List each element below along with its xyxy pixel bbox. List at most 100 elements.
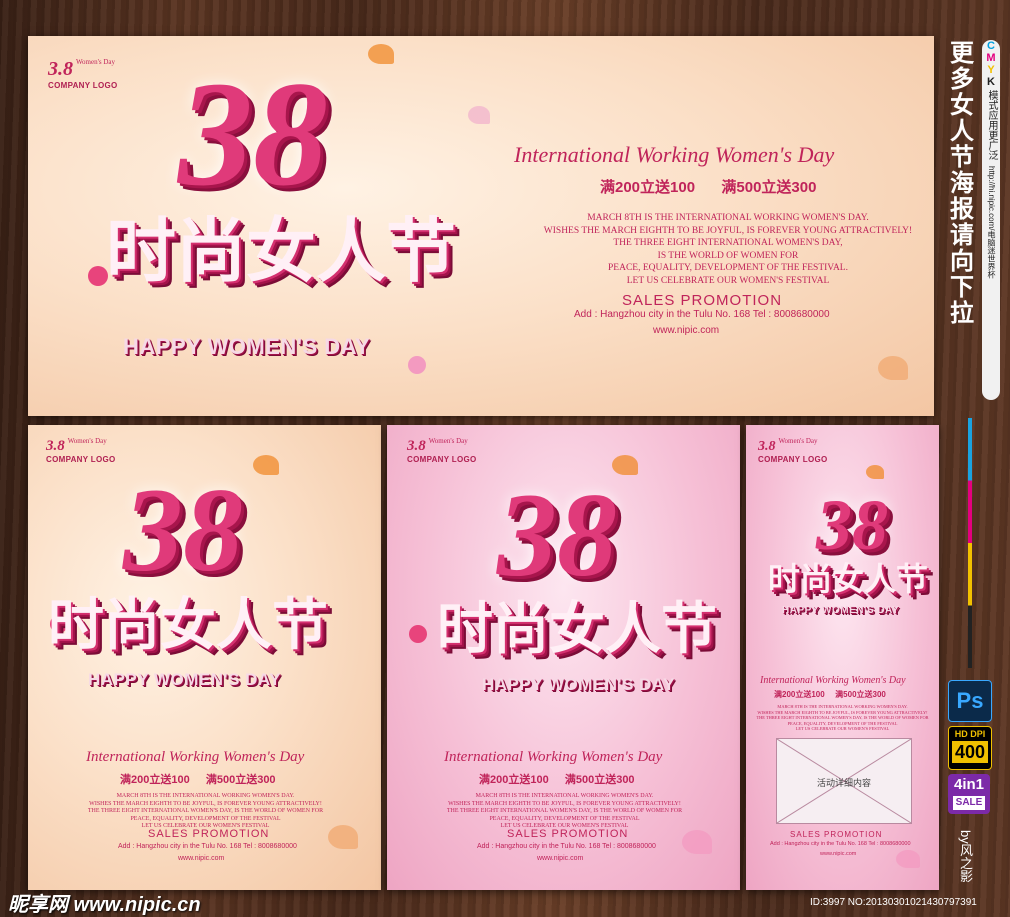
side-title-char: 女 [950, 91, 974, 119]
promo-2: 满500立送300 [721, 179, 817, 196]
detail-content-box: 活动详细内容 [776, 738, 912, 824]
body-line: WISHES THE MARCH EIGHTH TO BE JOYFUL, IS… [543, 225, 913, 236]
detail-content-label: 活动详细内容 [816, 778, 871, 788]
happy-womens-day: HAPPY WOMEN'S DAY [482, 675, 675, 694]
body-line: PEACE, EQUALITY, DEVELOPMENT OF THE FEST… [489, 815, 640, 822]
photoshop-badge: Ps [948, 680, 992, 722]
body-line: PEACE, EQUALITY, DEVELOPMENT OF THE FEST… [130, 815, 281, 822]
chinese-title: 时尚女人节 [437, 597, 717, 662]
butterfly-decoration [468, 106, 490, 124]
intl-womens-day-heading: International Working Women's Day [514, 142, 835, 167]
butterfly-decoration [866, 465, 884, 479]
side-title-char: 人 [950, 117, 974, 145]
big-38-number: 38 [123, 463, 243, 596]
butterfly-decoration [682, 830, 712, 854]
sale-label: SALE [953, 796, 985, 810]
address: Add : Hangzhou city in the Tulu No. 168 … [477, 843, 656, 850]
logo-womens-day: Women's Day [778, 437, 818, 445]
cmyk-mode-text: 模式应用更广泛 [986, 90, 997, 160]
big-38-number: 38 [497, 468, 617, 601]
promo-2: 满500立送300 [205, 774, 276, 786]
intl-womens-day-heading: International Working Women's Day [444, 749, 663, 765]
body-line: THE THREE EIGHT INTERNATIONAL WOMEN'S DA… [87, 808, 324, 815]
butterfly-decoration [878, 356, 908, 380]
website: www.nipic.com [820, 851, 857, 857]
flower-decoration [408, 356, 426, 374]
logo-company-text: COMPANY LOGO [48, 81, 118, 90]
cmyk-letter: M [986, 52, 996, 64]
promo-1: 满200立送100 [120, 774, 190, 786]
side-title-char: 请 [950, 221, 974, 249]
flower-decoration [88, 266, 108, 286]
body-line: THE THREE EIGHT INTERNATIONAL WOMEN'S DA… [756, 715, 929, 721]
intl-womens-day-heading: International Working Women's Day [760, 675, 906, 686]
body-line: MARCH 8TH IS THE INTERNATIONAL WORKING W… [587, 213, 869, 223]
butterfly-decoration [253, 455, 279, 475]
butterfly-decoration [368, 44, 394, 64]
logo-womens-day: Women's Day [67, 437, 107, 445]
color-bar [968, 418, 972, 668]
cmyk-letter: C [987, 40, 995, 52]
body-line: THE THREE EIGHT INTERNATIONAL WOMEN'S DA… [613, 238, 843, 248]
footer-id: ID:3997 NO:20130301021430797391 [810, 897, 977, 908]
poster-horizontal: 3.8 Women's Day COMPANY LOGO 38 时尚女人节 HAP… [28, 36, 934, 416]
sales-promotion: SALES PROMOTION [148, 828, 270, 840]
logo-number: 3.8 [758, 439, 776, 454]
address: Add : Hangzhou city in the Tulu No. 168 … [770, 841, 911, 847]
logo-womens-day: Women's Day [76, 58, 115, 66]
happy-womens-day: HAPPY WOMEN'S DAY [782, 605, 900, 616]
butterfly-decoration [896, 850, 920, 868]
body-line: WISHES THE MARCH EIGHTH TO BE JOYFUL, IS… [89, 800, 322, 807]
cmyk-letter: Y [987, 64, 995, 76]
side-title-char: 报 [950, 195, 974, 223]
side-title-char: 拉 [950, 299, 974, 327]
address: Add : Hangzhou city in the Tulu No. 168 … [118, 843, 297, 850]
chinese-title: 时尚女人节 [106, 210, 456, 292]
dpi-value: 400 [952, 741, 988, 763]
promo-line: 满200立送100 满500立送300 [120, 771, 276, 787]
promo-2: 满500立送300 [564, 774, 635, 786]
poster-vertical-pink: 3.8 Women's Day COMPANY LOGO 38 时尚女人节 HAP… [387, 425, 740, 890]
promo-line: 满200立送100 满500立送300 [600, 176, 816, 197]
photoshop-icon: Ps [956, 688, 984, 713]
happy-womens-day: HAPPY WOMEN'S DAY [88, 670, 281, 689]
body-line: MARCH 8TH IS THE INTERNATIONAL WORKING W… [475, 793, 654, 799]
cmyk-strip: C M Y K 模式应用更广泛 http://hi.nipic.com/电脑迷世… [982, 40, 1000, 400]
sales-promotion: SALES PROMOTION [622, 292, 783, 309]
promo-1: 满200立送100 [479, 774, 549, 786]
chinese-title: 时尚女人节 [768, 560, 929, 598]
promo-1: 满200立送100 [774, 690, 825, 699]
logo-number: 3.8 [48, 58, 73, 80]
company-logo: 3.8 Women's Day COMPANY LOGO [46, 437, 116, 464]
side-title-char: 下 [950, 273, 974, 301]
logo-company-text: COMPANY LOGO [46, 455, 116, 464]
logo-company-text: COMPANY LOGO [407, 455, 477, 464]
body-text: MARCH 8TH IS THE INTERNATIONAL WORKING W… [437, 793, 692, 831]
four-in-one-badge: 4in1 SALE [948, 774, 990, 814]
chinese-title: 时尚女人节 [48, 593, 328, 658]
company-logo: 3.8 Women's Day COMPANY LOGO [758, 437, 828, 464]
logo-number: 3.8 [407, 438, 426, 454]
sales-promotion: SALES PROMOTION [790, 830, 883, 839]
body-line: MARCH 8TH IS THE INTERNATIONAL WORKING W… [777, 704, 908, 709]
sales-promotion: SALES PROMOTION [507, 828, 629, 840]
body-line: PEACE, EQUALITY, DEVELOPMENT OF THE FEST… [608, 263, 848, 273]
body-text: MARCH 8TH IS THE INTERNATIONAL WORKING W… [750, 704, 935, 732]
logo-womens-day: Women's Day [428, 437, 468, 445]
intl-womens-day-heading: International Working Women's Day [86, 749, 305, 765]
body-line: THE THREE EIGHT INTERNATIONAL WOMEN'S DA… [446, 808, 683, 815]
company-logo: 3.8 Women's Day COMPANY LOGO [407, 437, 477, 464]
url-vertical-text: http://hi.nipic.com/电脑迷世界杯 [987, 166, 996, 279]
happy-womens-day: HAPPY WOMEN'S DAY [123, 334, 371, 359]
logo-company-text: COMPANY LOGO [758, 455, 828, 464]
logo-number: 3.8 [46, 438, 65, 454]
poster-vertical-peach: 3.8 Women's Day COMPANY LOGO 38 时尚女人节 HAP… [28, 425, 381, 890]
promo-1: 满200立送100 [600, 179, 696, 196]
side-title-char: 节 [950, 143, 974, 171]
body-line: MARCH 8TH IS THE INTERNATIONAL WORKING W… [116, 793, 295, 799]
company-logo: 3.8 Women's Day COMPANY LOGO [48, 58, 118, 90]
big-38-number: 38 [816, 485, 888, 565]
body-line: LET US CELEBRATE OUR WOMEN'S FESTIVAL [626, 275, 830, 286]
address: Add : Hangzhou city in the Tulu No. 168 … [574, 309, 830, 320]
body-line: LET US CELEBRATE OUR WOMEN'S FESTIVAL [795, 726, 890, 732]
